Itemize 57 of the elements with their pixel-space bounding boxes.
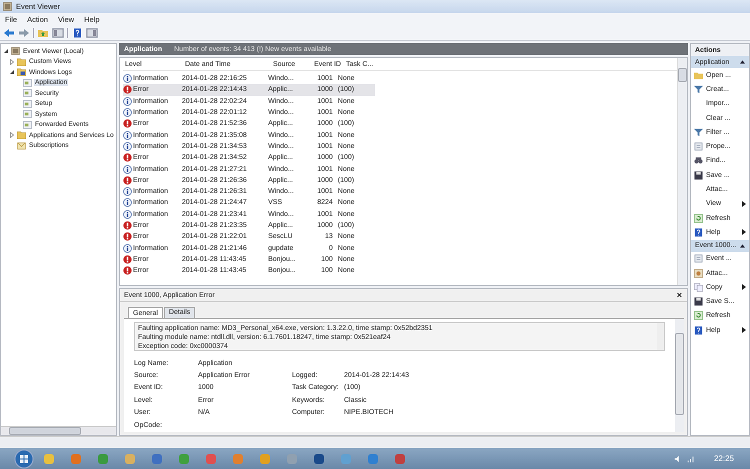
task-icon bbox=[694, 268, 703, 278]
start-orb-icon[interactable] bbox=[14, 448, 34, 468]
folder-icon bbox=[17, 131, 26, 140]
taskbar-app-icon[interactable] bbox=[366, 452, 380, 466]
log-icon bbox=[23, 78, 32, 87]
help-icon[interactable] bbox=[71, 28, 83, 38]
document-icon bbox=[694, 254, 703, 264]
log-icon bbox=[23, 120, 32, 129]
funnel-icon bbox=[694, 128, 703, 137]
vertical-scrollbar[interactable] bbox=[675, 319, 684, 432]
panel-icon[interactable] bbox=[86, 28, 98, 38]
floppy-icon bbox=[694, 170, 703, 180]
taskbar-app-icon[interactable] bbox=[204, 452, 218, 466]
network-icon[interactable] bbox=[686, 454, 695, 462]
taskbar-app-icon[interactable] bbox=[150, 452, 164, 466]
folder-icon bbox=[17, 58, 26, 66]
back-arrow-icon[interactable] bbox=[3, 28, 15, 38]
taskbar-app-icon[interactable] bbox=[123, 452, 137, 466]
taskbar-app-icon[interactable] bbox=[258, 452, 272, 466]
expand-arrow-icon[interactable] bbox=[9, 58, 15, 65]
collapse-arrow-icon[interactable] bbox=[9, 69, 15, 76]
taskbar-app-icon[interactable] bbox=[393, 452, 407, 466]
submenu-arrow-icon bbox=[742, 229, 746, 236]
taskbar-app-icon[interactable] bbox=[42, 452, 56, 466]
folder-icon bbox=[17, 68, 26, 76]
collapse-arrow-icon[interactable] bbox=[740, 244, 745, 248]
expand-arrow-icon[interactable] bbox=[9, 132, 15, 138]
panel-icon[interactable] bbox=[52, 28, 64, 38]
folder-up-icon[interactable] bbox=[37, 28, 49, 38]
log-icon bbox=[23, 100, 32, 108]
vertical-scrollbar[interactable] bbox=[677, 58, 687, 285]
log-icon bbox=[23, 110, 32, 118]
viewer-icon bbox=[11, 47, 20, 56]
submenu-arrow-icon bbox=[742, 327, 746, 334]
refresh-icon bbox=[694, 311, 703, 320]
submenu-arrow-icon bbox=[742, 284, 746, 290]
copy-icon bbox=[694, 282, 703, 292]
refresh-icon bbox=[694, 214, 703, 223]
forward-arrow-icon[interactable] bbox=[18, 28, 30, 38]
floppy-icon bbox=[694, 297, 703, 306]
taskbar-app-icon[interactable] bbox=[312, 452, 326, 466]
horizontal-scrollbar[interactable] bbox=[1, 426, 116, 435]
log-icon bbox=[23, 89, 32, 98]
collapse-arrow-icon[interactable] bbox=[740, 60, 745, 64]
document-icon bbox=[694, 142, 703, 152]
vertical-scrollbar[interactable] bbox=[657, 323, 664, 350]
folder-icon bbox=[694, 70, 703, 80]
subscription-icon bbox=[17, 142, 26, 150]
help-icon bbox=[694, 228, 703, 237]
close-button[interactable]: × bbox=[676, 290, 682, 300]
speaker-icon[interactable] bbox=[674, 454, 682, 462]
help-icon bbox=[694, 326, 703, 335]
submenu-arrow-icon bbox=[742, 200, 746, 207]
app-icon bbox=[3, 2, 12, 11]
binoculars-icon bbox=[694, 156, 703, 166]
funnel-icon bbox=[694, 84, 703, 94]
collapse-arrow-icon[interactable] bbox=[3, 48, 9, 54]
